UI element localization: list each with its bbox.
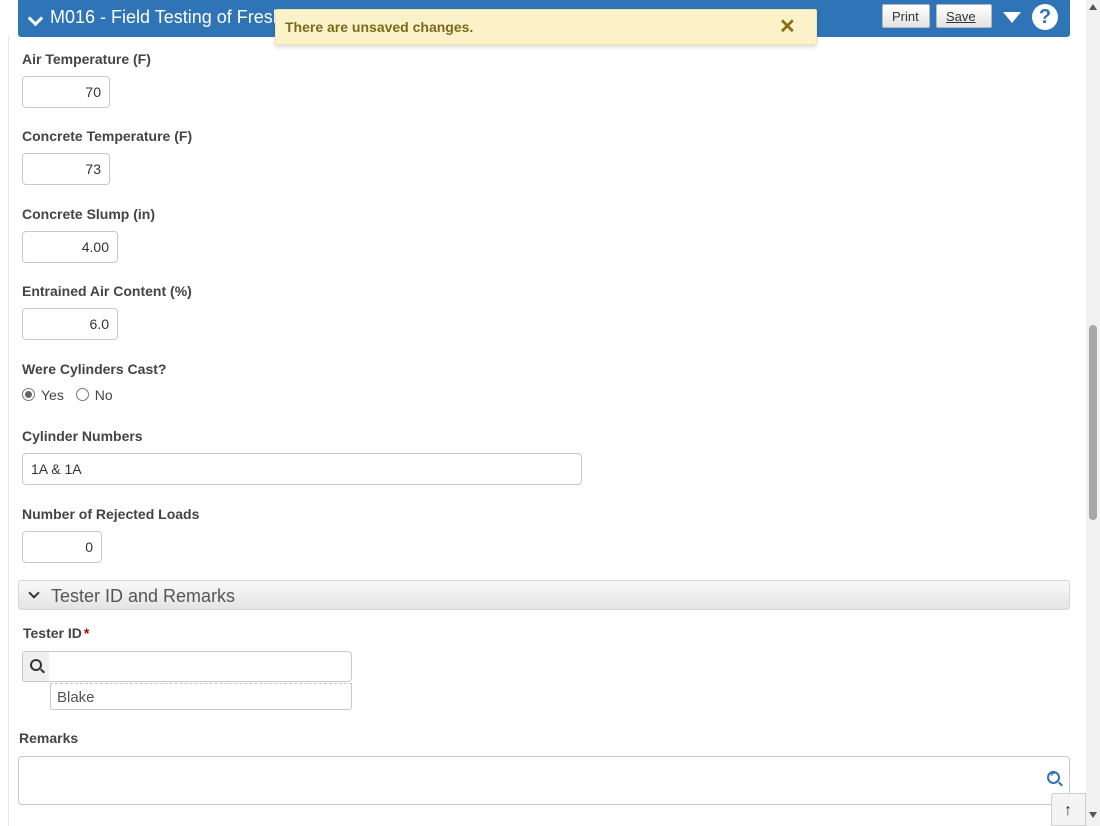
actions-dropdown-icon[interactable] bbox=[1003, 12, 1021, 23]
save-button[interactable]: Save bbox=[936, 4, 992, 28]
tester-id-label: Tester ID * bbox=[23, 625, 89, 641]
search-icon[interactable] bbox=[30, 659, 42, 671]
section-title: Tester ID and Remarks bbox=[51, 586, 236, 606]
scrollbar-thumb[interactable] bbox=[1089, 325, 1097, 520]
form-page: M016 - Field Testing of Fresh Concrete P… bbox=[0, 0, 1086, 826]
cylinder-numbers-label: Cylinder Numbers bbox=[22, 428, 143, 444]
radio-yes-label: Yes bbox=[41, 387, 64, 403]
tester-description: Blake bbox=[50, 683, 352, 710]
air-temperature-input[interactable] bbox=[22, 76, 110, 108]
tester-id-input[interactable] bbox=[49, 651, 352, 682]
close-icon[interactable]: ✕ bbox=[779, 14, 796, 39]
zoom-in-icon[interactable] bbox=[1047, 769, 1060, 784]
rejected-loads-label: Number of Rejected Loads bbox=[22, 506, 200, 522]
scroll-down-icon[interactable] bbox=[1089, 812, 1097, 818]
remarks-textarea[interactable] bbox=[18, 756, 1070, 805]
collapse-chevron-icon[interactable] bbox=[27, 10, 44, 27]
help-icon[interactable]: ? bbox=[1032, 4, 1058, 30]
concrete-temperature-label: Concrete Temperature (F) bbox=[22, 128, 193, 144]
entrained-air-label: Entrained Air Content (%) bbox=[22, 283, 192, 299]
left-border bbox=[8, 36, 9, 826]
entrained-air-input[interactable] bbox=[22, 308, 118, 340]
air-temperature-label: Air Temperature (F) bbox=[22, 51, 151, 67]
arrow-up-icon: ↑ bbox=[1064, 802, 1072, 819]
cylinders-cast-radio-group: Yes No bbox=[22, 387, 121, 403]
toast-message: There are unsaved changes. bbox=[285, 19, 474, 35]
chevron-down-icon[interactable] bbox=[28, 587, 40, 599]
radio-unchecked-icon[interactable] bbox=[75, 387, 89, 401]
print-button[interactable]: Print bbox=[882, 4, 930, 28]
vertical-scrollbar[interactable] bbox=[1086, 0, 1100, 826]
unsaved-changes-toast: There are unsaved changes. ✕ bbox=[275, 9, 817, 45]
tester-id-label-text: Tester ID bbox=[23, 625, 82, 641]
tester-lookup-button[interactable] bbox=[22, 651, 50, 682]
scroll-to-top-button[interactable]: ↑ bbox=[1051, 793, 1086, 826]
concrete-slump-input[interactable] bbox=[22, 231, 118, 263]
remarks-label: Remarks bbox=[19, 730, 79, 746]
radio-no[interactable]: No bbox=[75, 387, 113, 403]
radio-yes[interactable]: Yes bbox=[22, 387, 64, 403]
radio-no-label: No bbox=[94, 387, 113, 403]
required-indicator: * bbox=[83, 625, 90, 641]
concrete-temperature-input[interactable] bbox=[22, 153, 110, 185]
cylinder-numbers-input[interactable] bbox=[22, 453, 582, 485]
scroll-up-icon[interactable] bbox=[1089, 4, 1097, 10]
rejected-loads-input[interactable] bbox=[22, 531, 102, 563]
cylinders-cast-label: Were Cylinders Cast? bbox=[22, 361, 167, 377]
radio-checked-icon[interactable] bbox=[22, 387, 35, 401]
tester-remarks-section-header[interactable]: Tester ID and Remarks bbox=[18, 580, 1070, 610]
concrete-slump-label: Concrete Slump (in) bbox=[22, 206, 156, 222]
